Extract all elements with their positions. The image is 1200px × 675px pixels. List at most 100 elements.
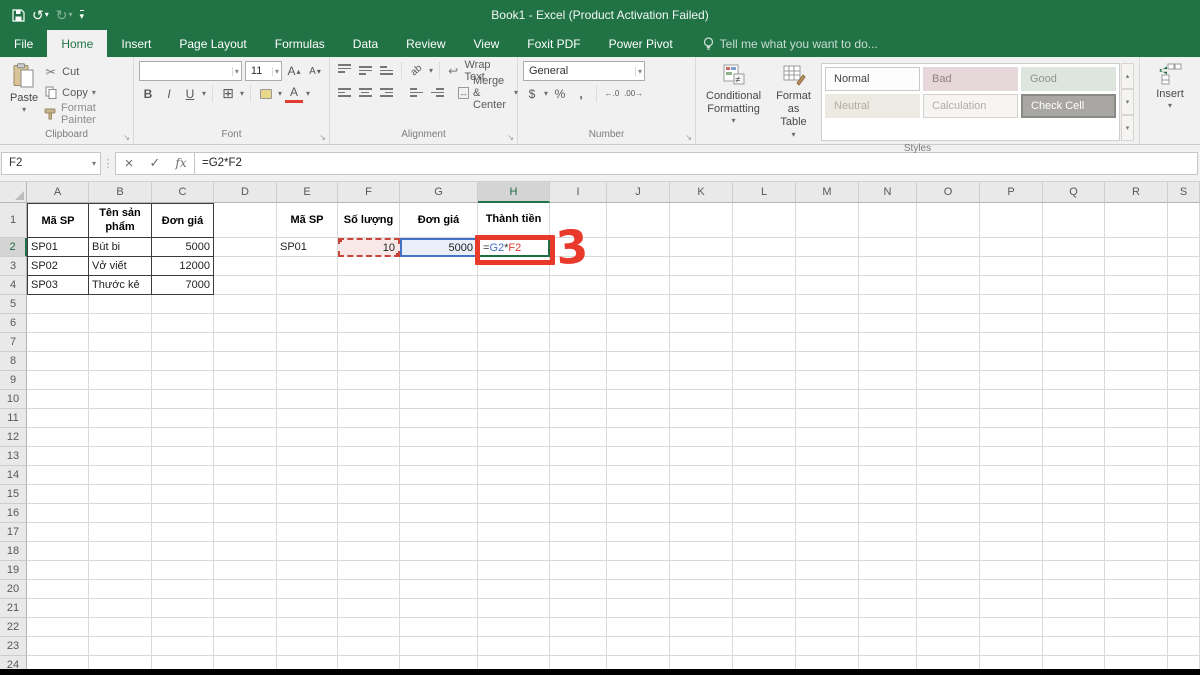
col-header-R[interactable]: R [1105, 182, 1168, 203]
cell[interactable] [670, 637, 733, 656]
cell[interactable] [214, 371, 277, 390]
cell[interactable] [400, 561, 478, 580]
row-header-12[interactable]: 12 [0, 428, 27, 447]
cell[interactable] [400, 504, 478, 523]
cell-B3[interactable]: Vở viết [89, 257, 152, 276]
cell-C1[interactable]: Đơn giá [152, 203, 214, 238]
cell[interactable] [478, 333, 550, 352]
cell[interactable] [1105, 203, 1168, 238]
cell[interactable] [152, 485, 214, 504]
merge-center-button[interactable]: ↔ Merge & Center ▾ [458, 83, 518, 102]
cell[interactable] [1043, 276, 1105, 295]
cell[interactable] [338, 409, 400, 428]
cell[interactable] [796, 390, 859, 409]
col-header-S[interactable]: S [1168, 182, 1200, 203]
cell[interactable] [1105, 352, 1168, 371]
cell[interactable] [89, 371, 152, 390]
cell[interactable] [980, 295, 1043, 314]
cell[interactable] [89, 599, 152, 618]
cell[interactable] [89, 618, 152, 637]
cell[interactable] [1105, 276, 1168, 295]
cell[interactable] [550, 295, 607, 314]
cell[interactable] [214, 238, 277, 257]
tab-view[interactable]: View [460, 30, 514, 57]
cell[interactable] [1168, 409, 1200, 428]
cell[interactable] [550, 390, 607, 409]
cell[interactable] [1105, 504, 1168, 523]
cell[interactable] [1105, 485, 1168, 504]
cell[interactable] [277, 314, 338, 333]
gallery-more-icon[interactable]: ▾ [1121, 115, 1134, 141]
cell[interactable] [733, 314, 796, 333]
cell[interactable] [214, 542, 277, 561]
row-header-15[interactable]: 15 [0, 485, 27, 504]
cell[interactable] [1043, 523, 1105, 542]
cell[interactable] [733, 637, 796, 656]
cell[interactable] [27, 314, 89, 333]
cell[interactable] [670, 561, 733, 580]
cell[interactable] [550, 314, 607, 333]
borders-button[interactable]: ⊞ [219, 84, 237, 103]
cell[interactable] [478, 466, 550, 485]
cell[interactable] [859, 637, 917, 656]
cell[interactable] [27, 542, 89, 561]
cell[interactable] [152, 352, 214, 371]
cell[interactable] [277, 295, 338, 314]
row-header-5[interactable]: 5 [0, 295, 27, 314]
cell[interactable] [917, 504, 980, 523]
underline-dropdown-icon[interactable]: ▾ [202, 89, 206, 98]
cell[interactable] [89, 561, 152, 580]
cell[interactable] [338, 637, 400, 656]
row-header-7[interactable]: 7 [0, 333, 27, 352]
cell[interactable] [980, 276, 1043, 295]
col-header-F[interactable]: F [338, 182, 400, 203]
cell[interactable] [796, 203, 859, 238]
col-header-L[interactable]: L [733, 182, 796, 203]
cell[interactable] [670, 618, 733, 637]
cell[interactable] [1043, 409, 1105, 428]
cell[interactable] [1168, 295, 1200, 314]
cell[interactable] [607, 580, 670, 599]
cell[interactable] [400, 485, 478, 504]
cell[interactable] [917, 523, 980, 542]
cell[interactable] [152, 333, 214, 352]
cell[interactable] [1105, 580, 1168, 599]
cell[interactable] [1168, 333, 1200, 352]
cell[interactable] [980, 409, 1043, 428]
cell[interactable] [917, 637, 980, 656]
cell[interactable] [733, 466, 796, 485]
cell[interactable] [400, 333, 478, 352]
cell[interactable] [670, 504, 733, 523]
cell[interactable] [1105, 428, 1168, 447]
cell[interactable] [338, 276, 400, 295]
cell-C2[interactable]: 5000 [152, 238, 214, 257]
cell-G2[interactable]: 5000 [400, 238, 478, 257]
cell[interactable] [1043, 485, 1105, 504]
cell[interactable] [27, 599, 89, 618]
cell[interactable] [1168, 637, 1200, 656]
cell[interactable] [859, 618, 917, 637]
cell-E1[interactable]: Mã SP [277, 203, 338, 238]
cell[interactable] [550, 561, 607, 580]
clipboard-dialog-launcher-icon[interactable]: ↘ [123, 133, 130, 142]
cell[interactable] [214, 618, 277, 637]
cell[interactable] [796, 428, 859, 447]
cell[interactable] [733, 371, 796, 390]
cell[interactable] [607, 257, 670, 276]
cell[interactable] [400, 409, 478, 428]
cell[interactable] [478, 599, 550, 618]
cell[interactable] [277, 257, 338, 276]
increase-indent-button[interactable] [428, 83, 446, 102]
cell[interactable] [796, 618, 859, 637]
cell[interactable] [796, 485, 859, 504]
cell[interactable] [607, 333, 670, 352]
col-header-J[interactable]: J [607, 182, 670, 203]
cell[interactable] [550, 409, 607, 428]
cell[interactable] [478, 542, 550, 561]
cell-E2[interactable]: SP01 [277, 238, 338, 257]
format-as-table-button[interactable]: Format as Table ▾ [770, 61, 817, 141]
cell[interactable] [214, 599, 277, 618]
cell[interactable] [607, 238, 670, 257]
cell-B1[interactable]: Tên sản phẩm [89, 203, 152, 238]
cell[interactable] [338, 504, 400, 523]
